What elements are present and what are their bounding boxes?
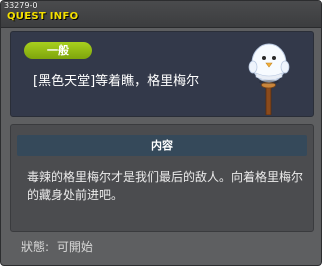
quest-name: [黑色天堂]等着瞧，格里梅尔 bbox=[33, 74, 200, 89]
quest-description: 毒辣的格里梅尔才是我们最后的敌人。向着格里梅尔的藏身处前进吧。 bbox=[27, 170, 304, 202]
quest-id: 33279-0 bbox=[4, 1, 38, 10]
snowman-on-post-icon bbox=[248, 43, 290, 115]
status-value: 可開始 bbox=[56, 240, 93, 254]
quest-info-window: 33279-0 QUEST INFO 一般 [黑色天堂]等着瞧，格里梅尔 内容 bbox=[0, 0, 322, 266]
status-label: 狀態: bbox=[21, 240, 50, 254]
quest-status: 狀態: 可開始 bbox=[21, 238, 93, 255]
quest-summary-panel: 一般 [黑色天堂]等着瞧，格里梅尔 bbox=[10, 31, 314, 117]
title-bar[interactable]: 33279-0 QUEST INFO bbox=[1, 1, 321, 28]
quest-category-badge: 一般 bbox=[24, 42, 92, 59]
quest-content-panel: 内容 毒辣的格里梅尔才是我们最后的敌人。向着格里梅尔的藏身处前进吧。 bbox=[10, 124, 314, 232]
window-title: QUEST INFO bbox=[7, 11, 79, 22]
content-header: 内容 bbox=[17, 135, 307, 156]
